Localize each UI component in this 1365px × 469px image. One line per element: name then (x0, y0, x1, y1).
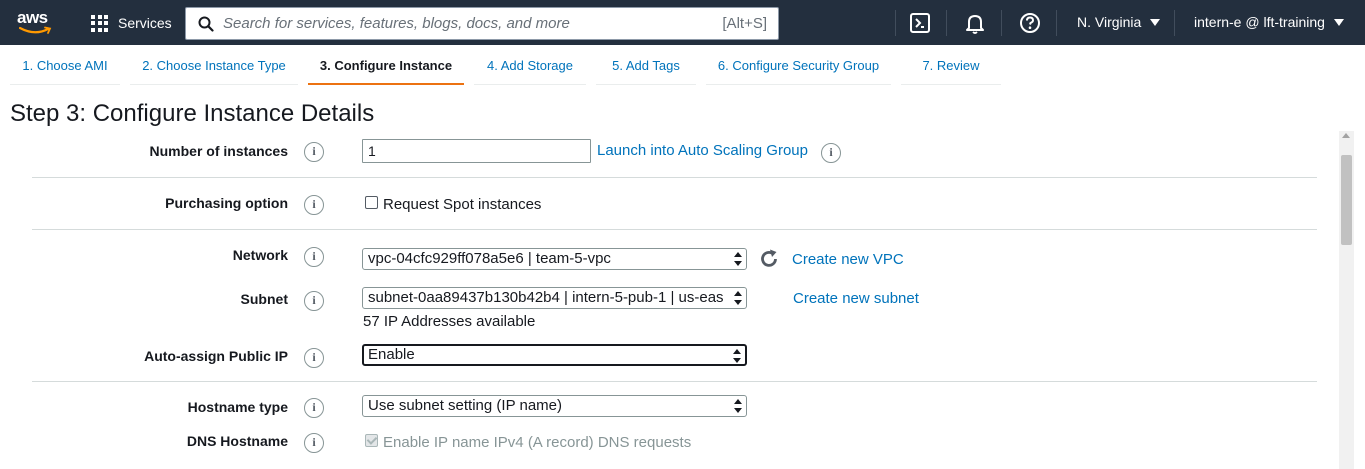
network-select[interactable]: vpc-04cfc929ff078a5e6 | team-5-vpc (362, 248, 747, 270)
nav-divider (946, 10, 947, 36)
bell-icon[interactable] (964, 12, 986, 34)
info-icon[interactable]: i (304, 433, 324, 453)
tab-review[interactable]: 7. Review (901, 58, 1001, 85)
tab-choose-ami[interactable]: 1. Choose AMI (10, 58, 120, 85)
divider (32, 177, 1317, 178)
services-label: Services (118, 15, 172, 31)
select-arrows-icon (734, 399, 742, 413)
request-spot-checkbox[interactable] (365, 196, 378, 209)
divider (32, 381, 1317, 382)
info-icon[interactable]: i (304, 247, 324, 267)
search-box[interactable]: [Alt+S] (185, 7, 779, 40)
select-arrows-icon (734, 252, 742, 266)
aws-logo[interactable]: aws (17, 8, 57, 36)
services-grid-icon (91, 14, 108, 32)
aws-smile-icon (19, 26, 52, 34)
auto-assign-public-ip-label: Auto-assign Public IP (144, 348, 288, 364)
network-label: Network (232, 247, 288, 263)
ip-addresses-available: 57 IP Addresses available (363, 313, 536, 330)
auto-assign-public-ip-select[interactable]: Enable (362, 344, 747, 366)
hostname-type-select[interactable]: Use subnet setting (IP name) (362, 395, 747, 417)
services-menu-button[interactable]: Services (91, 13, 172, 33)
tab-choose-instance-type[interactable]: 2. Choose Instance Type (130, 58, 298, 85)
launch-into-asg-link[interactable]: Launch into Auto Scaling Group (597, 142, 808, 159)
account-menu[interactable]: intern-e @ lft-training (1194, 14, 1344, 30)
cloudshell-icon[interactable] (909, 12, 931, 34)
caret-down-icon (1333, 18, 1344, 26)
account-label: intern-e @ lft-training (1194, 14, 1325, 30)
nav-divider (895, 10, 896, 36)
page-title: Step 3: Configure Instance Details (10, 100, 375, 127)
nav-divider (1174, 10, 1175, 36)
info-icon[interactable]: i (821, 143, 841, 163)
wizard-steps: 1. Choose AMI 2. Choose Instance Type 3.… (0, 45, 1365, 87)
search-shortcut-hint: [Alt+S] (722, 15, 767, 32)
subnet-label: Subnet (240, 291, 288, 307)
tab-configure-security-group[interactable]: 6. Configure Security Group (706, 58, 891, 85)
enable-ipv4-dns-checkbox[interactable] (365, 434, 378, 447)
number-of-instances-label: Number of instances (149, 143, 288, 159)
create-new-subnet-link[interactable]: Create new subnet (793, 290, 919, 307)
nav-divider (1001, 10, 1002, 36)
info-icon[interactable]: i (304, 398, 324, 418)
request-spot-label[interactable]: Request Spot instances (383, 196, 541, 213)
info-icon[interactable]: i (304, 195, 324, 215)
tab-add-storage[interactable]: 4. Add Storage (474, 58, 586, 85)
purchasing-option-label: Purchasing option (165, 195, 288, 211)
scroll-up-arrow-icon[interactable] (1342, 133, 1350, 138)
aws-logo-text: aws (17, 8, 48, 27)
region-label: N. Virginia (1077, 14, 1142, 30)
nav-divider (1056, 10, 1057, 36)
select-arrows-icon (733, 349, 741, 363)
subnet-select-value: subnet-0aa89437b130b42b4 | intern-5-pub-… (368, 289, 724, 306)
divider (32, 229, 1317, 230)
caret-down-icon (1150, 18, 1161, 26)
refresh-icon[interactable] (758, 248, 780, 270)
dns-hostname-label: DNS Hostname (186, 433, 288, 449)
scrollbar-thumb[interactable] (1341, 155, 1352, 245)
select-arrows-icon (734, 291, 742, 305)
info-icon[interactable]: i (304, 348, 324, 368)
top-navigation-bar: aws Services [Alt+S] N. Vir (0, 0, 1365, 45)
tab-configure-instance[interactable]: 3. Configure Instance (308, 58, 464, 85)
search-icon (198, 16, 214, 32)
region-selector[interactable]: N. Virginia (1077, 14, 1161, 30)
info-icon[interactable]: i (304, 291, 324, 311)
enable-ipv4-dns-label: Enable IP name IPv4 (A record) DNS reque… (383, 434, 692, 451)
network-select-value: vpc-04cfc929ff078a5e6 | team-5-vpc (368, 250, 611, 267)
auto-assign-public-ip-value: Enable (368, 346, 415, 363)
search-input[interactable] (223, 15, 723, 32)
info-icon[interactable]: i (304, 142, 324, 162)
number-of-instances-input[interactable] (362, 139, 591, 163)
help-icon[interactable] (1019, 12, 1041, 34)
create-new-vpc-link[interactable]: Create new VPC (792, 251, 904, 268)
tab-add-tags[interactable]: 5. Add Tags (596, 58, 696, 85)
hostname-type-label: Hostname type (187, 399, 288, 415)
hostname-type-value: Use subnet setting (IP name) (368, 397, 562, 414)
subnet-select[interactable]: subnet-0aa89437b130b42b4 | intern-5-pub-… (362, 287, 747, 309)
